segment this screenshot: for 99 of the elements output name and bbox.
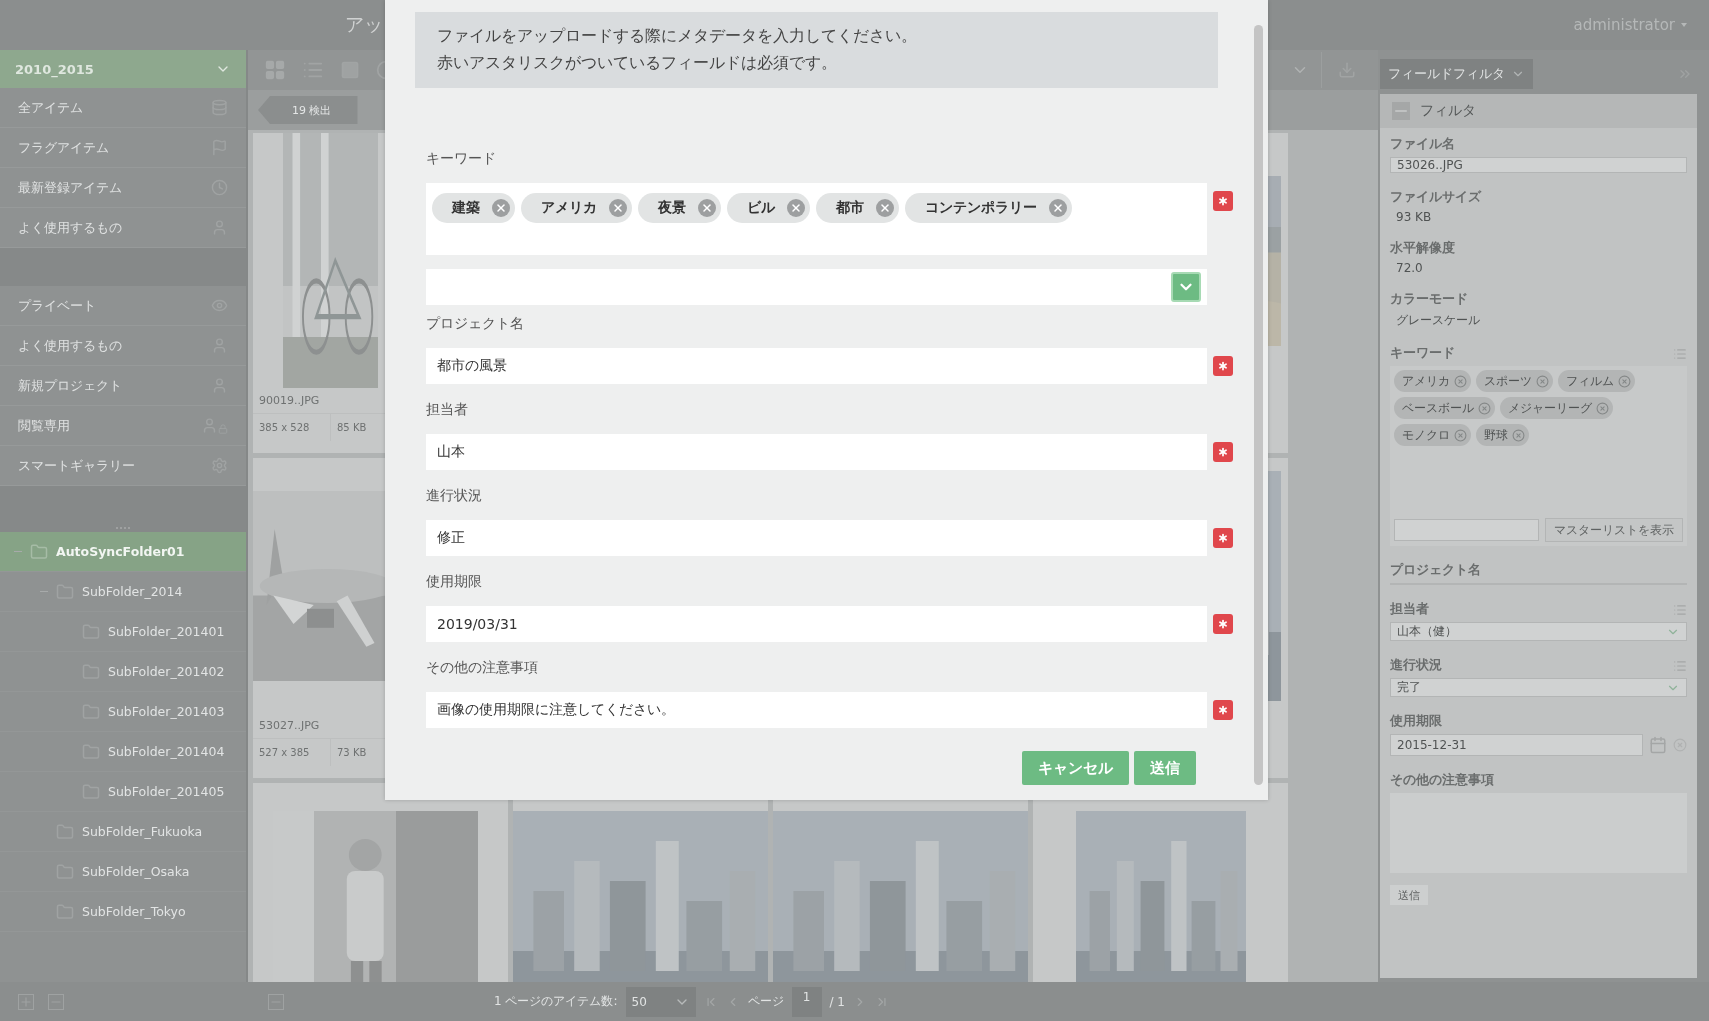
keyword-tag: アメリカ bbox=[1394, 370, 1471, 392]
field-filter-dropdown[interactable]: フィールドフィルタ bbox=[1380, 59, 1533, 89]
field-value: グレースケール bbox=[1395, 312, 1481, 329]
remove-tag-icon[interactable] bbox=[1512, 428, 1525, 442]
field-label: 進行状況 bbox=[426, 487, 483, 505]
remove-tag-icon[interactable] bbox=[1596, 401, 1609, 415]
field-label: プロジェクト名 bbox=[1390, 562, 1482, 579]
scrollbar[interactable] bbox=[1254, 25, 1263, 785]
field-label: ファイルサイズ bbox=[1390, 189, 1483, 206]
field-label: ファイル名 bbox=[1390, 136, 1456, 153]
field-label: 担当者 bbox=[1390, 601, 1429, 618]
field-label: キーワード bbox=[1390, 345, 1455, 362]
remove-tag-icon[interactable] bbox=[1454, 428, 1467, 442]
keyword-tag: ビル bbox=[727, 193, 810, 223]
folder-tree-item[interactable]: SubFolder_201402 bbox=[0, 652, 246, 692]
folder-tree-item[interactable]: SubFolder_201401 bbox=[0, 612, 246, 652]
dropdown-field[interactable]: 山本（健） bbox=[1390, 622, 1687, 641]
text-field[interactable] bbox=[1394, 519, 1539, 541]
keyword-tag: モノクロ bbox=[1394, 424, 1471, 446]
keyword-tag-field[interactable]: アメリカ スポーツ フィルム ベースボール メジャーリーグ モノクロ 野球 マスターリストを表示 bbox=[1390, 366, 1687, 546]
text-field[interactable]: 山本 bbox=[426, 434, 1207, 470]
keyword-tag: ベースボール bbox=[1394, 397, 1495, 419]
page-label: ページ bbox=[747, 993, 784, 1010]
field-value: 72.0 bbox=[1395, 261, 1424, 275]
page-number-field[interactable]: 1 bbox=[791, 986, 822, 1017]
items-per-page-select[interactable]: 50 bbox=[625, 986, 696, 1017]
cancel-button[interactable]: キャンセル bbox=[1022, 751, 1129, 785]
remove-tag-icon[interactable] bbox=[1049, 199, 1067, 217]
master-list-button[interactable]: マスターリストを表示 bbox=[1545, 518, 1683, 542]
folder-icon bbox=[30, 542, 48, 561]
field-label: 進行状況 bbox=[1390, 657, 1442, 674]
field-label: カラーモード bbox=[1390, 291, 1469, 308]
keyword-tag: 都市 bbox=[816, 193, 899, 223]
section-title: フィルタ bbox=[1420, 102, 1476, 120]
keyword-tag: コンテンポラリー bbox=[905, 193, 1072, 223]
keyword-tag: 建築 bbox=[432, 193, 515, 223]
remove-tag-icon[interactable] bbox=[1478, 401, 1491, 415]
message-text: 赤いアスタリスクがついているフィールドは必須です。 bbox=[437, 52, 838, 74]
items-per-page-label: 1 ページのアイテム数: bbox=[494, 993, 618, 1010]
file-name: 53027..JPG bbox=[258, 718, 321, 734]
text-field[interactable]: 53026..JPG bbox=[1390, 157, 1687, 173]
keyword-dropdown[interactable] bbox=[426, 269, 1207, 305]
remove-tag-icon[interactable] bbox=[698, 199, 716, 217]
sidebar-item[interactable]: 新規プロジェクト bbox=[0, 366, 246, 406]
field-label: 使用期限 bbox=[1390, 713, 1443, 730]
sidebar-item[interactable]: 全アイテム bbox=[0, 88, 246, 128]
gallery-selector[interactable]: 2010_2015 bbox=[0, 50, 246, 88]
remove-tag-icon[interactable] bbox=[1536, 374, 1549, 388]
result-count: 19 検出 bbox=[258, 96, 358, 124]
folder-tree-item[interactable]: SubFolder_Tokyo bbox=[0, 892, 246, 932]
keyword-tag: フィルム bbox=[1558, 370, 1635, 392]
keyword-tag: アメリカ bbox=[521, 193, 632, 223]
remove-tag-icon[interactable] bbox=[492, 199, 510, 217]
keyword-tag: 夜景 bbox=[638, 193, 721, 223]
page-title: アッ bbox=[345, 12, 383, 37]
message-text: ファイルをアップロードする際にメタデータを入力してください。 bbox=[437, 25, 918, 47]
folder-tree-item[interactable]: SubFolder_Osaka bbox=[0, 852, 246, 892]
folder-tree-item[interactable]: SubFolder_201403 bbox=[0, 692, 246, 732]
remove-tag-icon[interactable] bbox=[876, 199, 894, 217]
dropdown-field[interactable]: 完了 bbox=[1390, 678, 1687, 697]
caret-icon[interactable] bbox=[1681, 23, 1687, 27]
date-field[interactable]: 2015-12-31 bbox=[1390, 734, 1643, 756]
collapse-icon[interactable] bbox=[1392, 102, 1410, 120]
calendar-icon[interactable] bbox=[1649, 736, 1667, 754]
text-field[interactable]: 修正 bbox=[426, 520, 1207, 556]
field-value: 93 KB bbox=[1395, 210, 1433, 224]
remove-tag-icon[interactable] bbox=[1618, 374, 1631, 388]
chevron-down-icon[interactable] bbox=[1171, 272, 1201, 302]
sidebar-item[interactable]: 閲覧専用 bbox=[0, 406, 246, 446]
field-label: 担当者 bbox=[426, 401, 469, 419]
text-field[interactable]: 都市の風景 bbox=[426, 348, 1207, 384]
keyword-tag-field[interactable]: 建築 アメリカ 夜景 ビル 都市 コンテンポラリー bbox=[426, 183, 1207, 255]
field-label: 水平解像度 bbox=[1390, 240, 1456, 257]
keyword-tag: メジャーリーグ bbox=[1500, 397, 1613, 419]
keyword-tag: スポーツ bbox=[1476, 370, 1553, 392]
text-field[interactable]: 2019/03/31 bbox=[426, 606, 1207, 642]
remove-tag-icon[interactable] bbox=[1454, 374, 1467, 388]
file-name: 90019..JPG bbox=[258, 393, 321, 409]
sidebar-item[interactable]: フラグアイテム bbox=[0, 128, 246, 168]
image-dimensions: 385 x 528 bbox=[253, 414, 331, 441]
field-label: その他の注意事項 bbox=[1390, 772, 1495, 789]
remove-tag-icon[interactable] bbox=[609, 199, 627, 217]
sidebar-item[interactable]: プライベート bbox=[0, 286, 246, 326]
page-total: / 1 bbox=[829, 994, 845, 1009]
sidebar-item[interactable]: 最新登録アイテム bbox=[0, 168, 246, 208]
submit-button[interactable]: 送信 bbox=[1134, 751, 1196, 785]
folder-tree-item[interactable]: SubFolder_Fukuoka bbox=[0, 812, 246, 852]
folder-tree-item[interactable]: SubFolder_201404 bbox=[0, 732, 246, 772]
field-label: 使用期限 bbox=[426, 573, 483, 591]
folder-tree-item[interactable]: SubFolder_201405 bbox=[0, 772, 246, 812]
text-field[interactable]: 画像の使用期限に注意してください。 bbox=[426, 692, 1207, 728]
submit-button[interactable]: 送信 bbox=[1390, 885, 1428, 905]
image-dimensions: 527 x 385 bbox=[253, 739, 331, 766]
remove-tag-icon[interactable] bbox=[787, 199, 805, 217]
folder-tree-item[interactable]: AutoSyncFolder01 bbox=[0, 532, 246, 572]
field-label: キーワード bbox=[426, 150, 497, 168]
keyword-tag: 野球 bbox=[1476, 424, 1529, 446]
sidebar-item[interactable]: よく使用するもの bbox=[0, 326, 246, 366]
folder-tree-item[interactable]: SubFolder_2014 bbox=[0, 572, 246, 612]
